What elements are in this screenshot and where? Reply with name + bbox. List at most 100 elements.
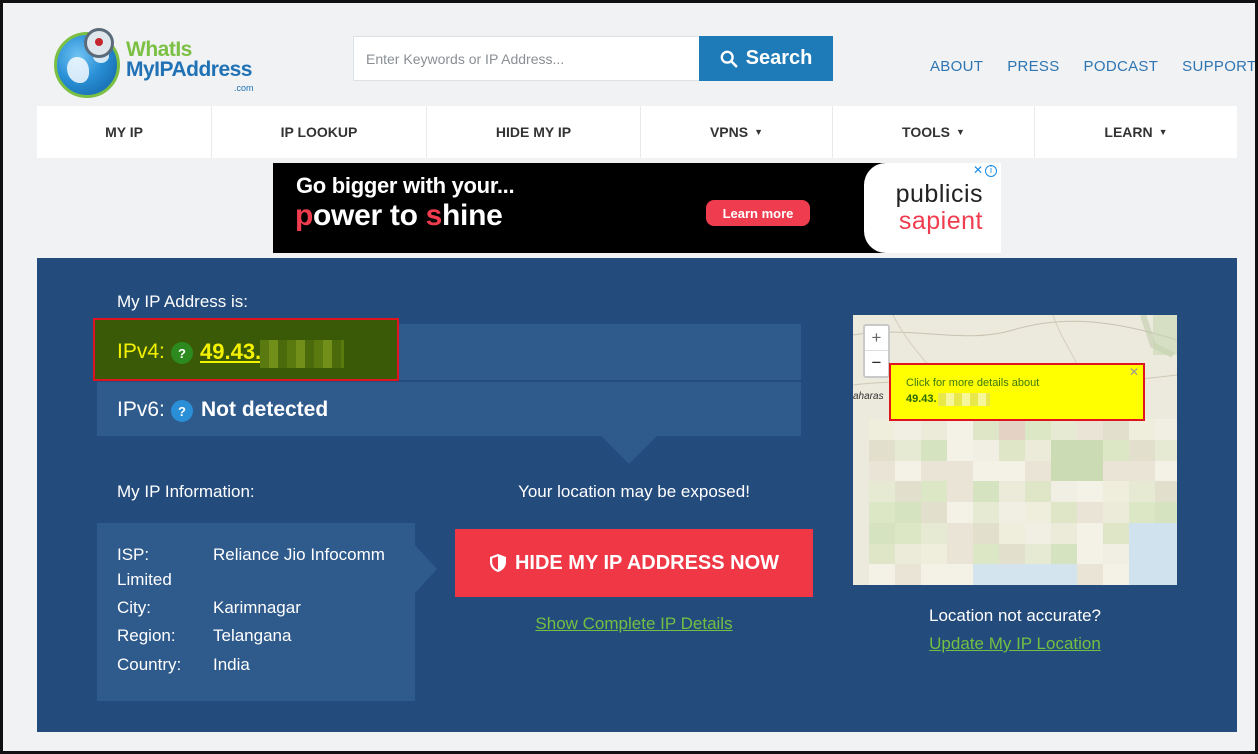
my-ip-label: My IP Address is: (117, 292, 249, 311)
map-tile (1051, 522, 1077, 544)
show-details-link[interactable]: Show Complete IP Details (455, 614, 813, 634)
map-tile (1155, 460, 1177, 482)
country-value: India (213, 655, 250, 674)
ad-headline: Go bigger with your... (296, 173, 515, 198)
isp-label: ISP: (117, 545, 150, 564)
map-tile (869, 481, 895, 502)
ip-panel: My IP Address is: IPv4: ? 49.43. IPv6: ?… (37, 258, 1237, 732)
map-tile (1103, 460, 1129, 482)
map-tile (1103, 522, 1129, 544)
map-tile (973, 502, 999, 523)
map-tile (1155, 522, 1177, 544)
map-tile (895, 439, 921, 461)
map-tile (921, 502, 947, 523)
map-tile (999, 419, 1025, 440)
isp-value: Reliance Jio Infocomm (213, 545, 385, 564)
location-map[interactable]: + − aharas Click for more details about … (853, 315, 1177, 585)
help-icon[interactable]: ? (171, 342, 193, 364)
map-tile (973, 439, 999, 461)
map-tile (1155, 439, 1177, 461)
map-tile (869, 460, 895, 482)
map-tile (1155, 543, 1177, 565)
help-icon[interactable]: ? (171, 400, 193, 422)
hide-my-ip-button[interactable]: HIDE MY IP ADDRESS NOW (455, 529, 813, 597)
band-pointer (601, 436, 657, 464)
map-tile (869, 419, 895, 440)
nav-learn[interactable]: LEARN ▼ (1035, 106, 1237, 158)
map-tile (973, 419, 999, 440)
ad-brand-name: publicis (895, 180, 983, 208)
map-tile (895, 543, 921, 565)
update-location-link[interactable]: Update My IP Location (853, 634, 1177, 654)
nav-label: TOOLS (902, 124, 951, 140)
zoom-in-button[interactable]: + (865, 326, 888, 351)
close-icon[interactable]: ✕ (1129, 365, 1139, 379)
map-tile (1129, 460, 1155, 482)
map-tile (1051, 543, 1077, 565)
isp-value-cont: Limited (117, 570, 172, 589)
region-value: Telangana (213, 626, 292, 645)
nav-tools[interactable]: TOOLS ▼ (833, 106, 1035, 158)
city-value: Karimnagar (213, 598, 301, 617)
map-tile (1051, 481, 1077, 502)
search-input[interactable] (353, 36, 699, 81)
location-question: Location not accurate? (928, 606, 1101, 625)
map-tile (921, 481, 947, 502)
link-press[interactable]: PRESS (1007, 58, 1059, 75)
exposed-warning: Your location may be exposed! (518, 482, 750, 501)
map-tile (921, 543, 947, 565)
map-tile (1077, 419, 1103, 440)
search-button[interactable]: Search (699, 36, 833, 81)
map-tile (947, 522, 973, 544)
map-tile (1051, 564, 1077, 585)
zoom-out-button[interactable]: − (865, 351, 888, 376)
map-tile (869, 502, 895, 523)
map-tile (999, 502, 1025, 523)
nav-hide-my-ip[interactable]: HIDE MY IP (427, 106, 641, 158)
map-tile (1129, 543, 1155, 565)
map-tile (1077, 439, 1103, 461)
chevron-down-icon: ▼ (754, 127, 764, 137)
close-icon[interactable]: ✕ (973, 163, 983, 177)
info-icon[interactable]: i (985, 165, 997, 177)
map-tile (947, 439, 973, 461)
map-tile (1129, 419, 1155, 440)
ipv4-value[interactable]: 49.43. (200, 339, 261, 365)
map-tile (1129, 564, 1155, 585)
nav-label: VPNS (709, 124, 749, 140)
link-podcast[interactable]: PODCAST (1084, 58, 1159, 75)
map-tile (921, 564, 947, 585)
nav-label: MY IP (105, 124, 143, 140)
map-tile (1077, 502, 1103, 523)
logo-suffix: .com (234, 83, 254, 93)
link-about[interactable]: ABOUT (930, 58, 983, 75)
map-tile (1025, 419, 1051, 440)
map-tile (1051, 439, 1077, 461)
map-tile (895, 460, 921, 482)
nav-ip-lookup[interactable]: IP LOOKUP (212, 106, 427, 158)
ad-banner[interactable]: Go bigger with your... power to shine Le… (273, 163, 1001, 253)
map-tile (1077, 522, 1103, 544)
nav-label: LEARN (1104, 124, 1153, 140)
map-tile (999, 564, 1025, 585)
link-support[interactable]: SUPPORT (1182, 58, 1256, 75)
ipv6-label: IPv6: (117, 398, 165, 421)
search-button-label: Search (745, 47, 813, 69)
shield-icon (489, 554, 506, 572)
map-tile (999, 522, 1025, 544)
map-town-label: aharas (853, 391, 884, 402)
hide-button-label: HIDE MY IP ADDRESS NOW (514, 551, 780, 574)
ad-learn-more-button[interactable]: Learn more (706, 200, 810, 226)
redacted-ip (260, 340, 344, 368)
map-tile (1103, 502, 1129, 523)
nav-vpns[interactable]: VPNS ▼ (641, 106, 833, 158)
nav-my-ip[interactable]: MY IP (37, 106, 212, 158)
map-tile (1025, 564, 1051, 585)
ipv6-value: Not detected (201, 398, 329, 421)
ipv4-label: IPv4: (117, 340, 165, 363)
map-tooltip[interactable]: Click for more details about 49.43. ✕ (889, 363, 1145, 421)
map-tile (895, 502, 921, 523)
map-tile (1077, 564, 1103, 585)
map-tile (1155, 481, 1177, 502)
site-logo[interactable]: WhatIs MyIPAddress .com (54, 28, 274, 102)
